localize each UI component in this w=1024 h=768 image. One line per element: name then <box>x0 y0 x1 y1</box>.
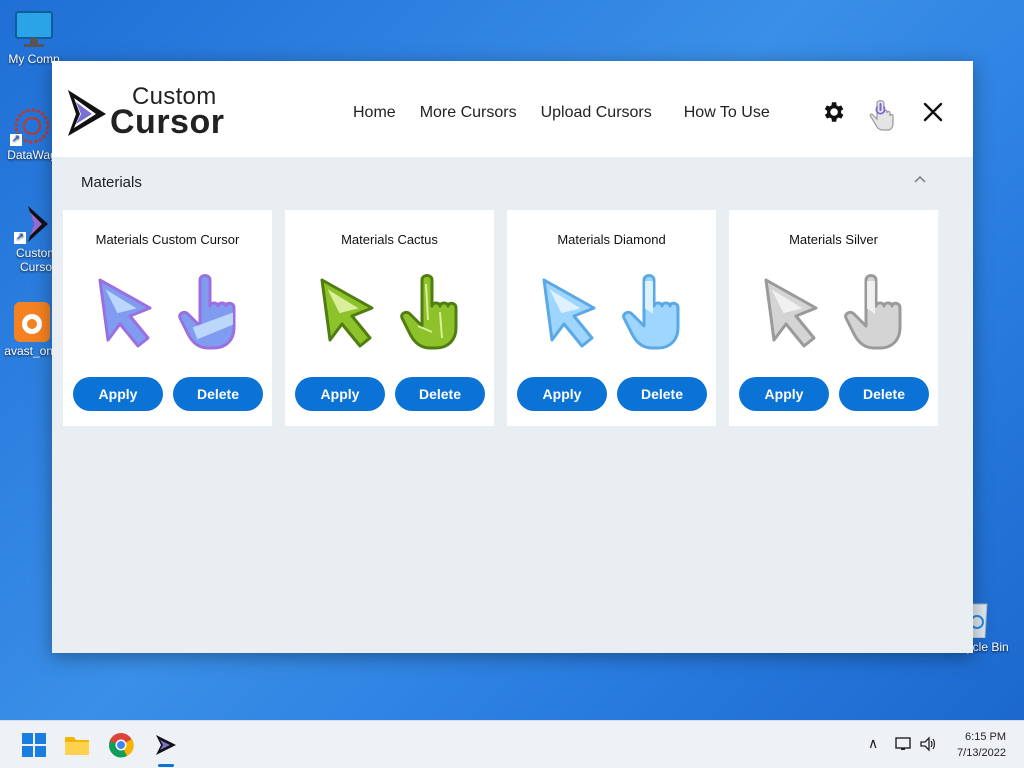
nav-upload-cursors[interactable]: Upload Cursors <box>541 104 652 122</box>
cursor-card: Materials Diamond Apply Delete <box>507 210 716 426</box>
app-header: Custom Cursor Home More Cursors Upload C… <box>52 61 973 157</box>
delete-button[interactable]: Delete <box>839 377 929 411</box>
card-title: Materials Silver <box>789 232 878 247</box>
hand-cursor-icon <box>843 274 901 350</box>
apply-button[interactable]: Apply <box>739 377 829 411</box>
app-logo[interactable]: Custom Cursor <box>66 85 224 139</box>
settings-gear-icon[interactable] <box>820 99 846 125</box>
cursor-toggle-hand-icon[interactable] <box>866 99 896 133</box>
logo-text-cursor: Cursor <box>110 103 225 141</box>
cursor-preview <box>507 272 716 362</box>
nav-more-cursors[interactable]: More Cursors <box>420 104 517 122</box>
nav-home[interactable]: Home <box>353 104 396 122</box>
arrow-cursor-icon <box>98 278 151 348</box>
custom-cursor-taskbar-icon[interactable] <box>152 731 180 759</box>
cursor-card: Materials Custom Cursor Apply Delete <box>63 210 272 426</box>
arrow-cursor-icon <box>764 278 817 348</box>
custom-cursor-window: Custom Cursor Home More Cursors Upload C… <box>52 61 973 653</box>
main-nav: Home More Cursors Upload Cursors How To … <box>353 104 794 122</box>
windows-start-icon[interactable] <box>20 731 48 759</box>
section-title: Materials <box>81 174 142 191</box>
logo-arrow-icon <box>68 90 106 136</box>
hand-cursor-icon <box>177 274 235 350</box>
hand-cursor-icon <box>399 274 457 350</box>
monitor-icon <box>12 10 56 50</box>
hand-cursor-icon <box>621 274 679 350</box>
datawag-icon: ↗ <box>10 106 54 146</box>
network-icon[interactable] <box>895 735 913 753</box>
delete-button[interactable]: Delete <box>395 377 485 411</box>
avast-icon <box>10 302 54 342</box>
cursor-card: Materials Silver Apply Delete <box>729 210 938 426</box>
card-title: Materials Custom Cursor <box>95 232 240 247</box>
chevron-up-icon[interactable] <box>913 173 927 187</box>
shortcut-arrow-icon: ↗ <box>14 232 26 244</box>
apply-button[interactable]: Apply <box>517 377 607 411</box>
shortcut-arrow-icon: ↗ <box>10 134 22 146</box>
materials-section-header[interactable]: Materials <box>52 157 973 205</box>
desktop-icon-my-computer[interactable]: My Comp <box>4 10 64 66</box>
arrow-cursor-icon <box>542 278 595 348</box>
cursor-preview <box>285 272 494 362</box>
cursor-preview <box>63 272 272 362</box>
active-app-indicator <box>158 764 174 767</box>
taskbar: ∧ 6:15 PM 7/13/2022 <box>0 720 1024 768</box>
chevron-up-icon[interactable]: ∧ <box>868 735 878 752</box>
system-clock[interactable]: 6:15 PM 7/13/2022 <box>957 729 1006 761</box>
desktop-icon-label: Custom Curso <box>16 246 56 274</box>
apply-button[interactable]: Apply <box>73 377 163 411</box>
delete-button[interactable]: Delete <box>173 377 263 411</box>
cursor-card: Materials Cactus Apply Delete <box>285 210 494 426</box>
nav-how-to-use[interactable]: How To Use <box>684 104 770 122</box>
close-icon[interactable] <box>922 101 944 123</box>
card-title: Materials Cactus <box>341 232 438 247</box>
file-explorer-icon[interactable] <box>63 731 91 759</box>
card-title: Materials Diamond <box>557 232 666 247</box>
apply-button[interactable]: Apply <box>295 377 385 411</box>
delete-button[interactable]: Delete <box>617 377 707 411</box>
cursor-preview <box>729 272 938 362</box>
volume-icon[interactable] <box>919 735 937 753</box>
arrow-cursor-icon <box>320 278 373 348</box>
clock-date: 7/13/2022 <box>957 747 1006 759</box>
chrome-icon[interactable] <box>107 731 135 759</box>
cursor-cards-grid: Materials Custom Cursor Apply Delete Mat… <box>63 210 938 426</box>
clock-time: 6:15 PM <box>965 731 1006 743</box>
